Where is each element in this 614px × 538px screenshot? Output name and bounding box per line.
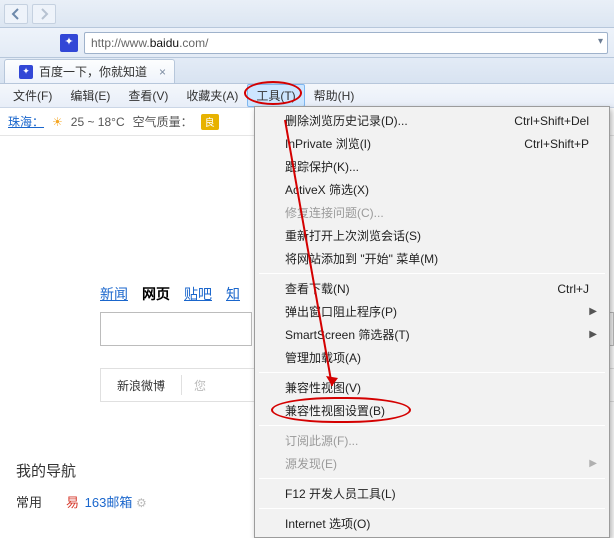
label: SmartScreen 筛选器(T) bbox=[285, 326, 410, 343]
label: 查看下载(N) bbox=[285, 280, 350, 297]
menu-reopen-session[interactable]: 重新打开上次浏览会话(S) bbox=[257, 224, 607, 247]
weather-icon: ☀ bbox=[52, 115, 63, 129]
gear-icon[interactable]: ⚙ bbox=[136, 496, 147, 510]
label: Internet 选项(O) bbox=[285, 515, 370, 532]
url-prefix: http://www. bbox=[91, 36, 150, 50]
menu-view[interactable]: 查看(V) bbox=[119, 84, 177, 107]
air-quality-badge: 良 bbox=[201, 114, 219, 130]
label: 管理加载项(A) bbox=[285, 349, 361, 366]
menu-fix-connection: 修复连接问题(C)... bbox=[257, 201, 607, 224]
menu-tools-label: 工具(T) bbox=[256, 89, 295, 103]
menu-feed-discovery: 源发现(E) ▶ bbox=[257, 452, 607, 475]
label: 兼容性视图(V) bbox=[285, 379, 361, 396]
my-nav-row: 常用 易 163邮箱 ⚙ bbox=[16, 492, 147, 511]
my-nav-heading: 我的导航 bbox=[16, 460, 76, 481]
menu-bar: 文件(F) 编辑(E) 查看(V) 收藏夹(A) 工具(T) 帮助(H) bbox=[0, 84, 614, 108]
menu-file[interactable]: 文件(F) bbox=[4, 84, 61, 107]
window-titlebar bbox=[0, 0, 614, 28]
separator bbox=[259, 372, 605, 373]
air-quality-label: 空气质量： bbox=[133, 113, 193, 130]
label: 修复连接问题(C)... bbox=[285, 204, 384, 221]
site-favicon: ✦ bbox=[60, 34, 78, 52]
chevron-right-icon: ▶ bbox=[589, 458, 597, 469]
back-button[interactable] bbox=[4, 4, 28, 24]
nav-163mail[interactable]: 易 163邮箱 ⚙ bbox=[66, 492, 147, 511]
label: F12 开发人员工具(L) bbox=[285, 485, 396, 502]
shortcut: Ctrl+J bbox=[557, 282, 589, 296]
forward-button[interactable] bbox=[32, 4, 56, 24]
menu-f12-devtools[interactable]: F12 开发人员工具(L) bbox=[257, 482, 607, 505]
url-dropdown-icon[interactable]: ▾ bbox=[598, 36, 603, 47]
menu-compat-view-settings[interactable]: 兼容性视图设置(B) bbox=[257, 399, 607, 422]
menu-edit[interactable]: 编辑(E) bbox=[61, 84, 119, 107]
menu-smartscreen[interactable]: SmartScreen 筛选器(T) ▶ bbox=[257, 323, 607, 346]
subbar-weibo[interactable]: 新浪微博 bbox=[101, 377, 181, 394]
url-suffix: .com/ bbox=[179, 36, 208, 50]
menu-compat-view[interactable]: 兼容性视图(V) bbox=[257, 376, 607, 399]
label: 兼容性视图设置(B) bbox=[285, 402, 385, 419]
label: 将网站添加到 "开始" 菜单(M) bbox=[285, 250, 438, 267]
separator bbox=[259, 478, 605, 479]
menu-internet-options[interactable]: Internet 选项(O) bbox=[257, 512, 607, 535]
separator bbox=[259, 508, 605, 509]
browser-tab[interactable]: ✦ 百度一下，你就知道 × bbox=[4, 59, 175, 83]
tools-dropdown: 删除浏览历史记录(D)... Ctrl+Shift+Del InPrivate … bbox=[254, 106, 610, 538]
shortcut: Ctrl+Shift+Del bbox=[514, 114, 589, 128]
menu-tracking-protection[interactable]: 跟踪保护(K)... bbox=[257, 155, 607, 178]
search-input[interactable] bbox=[100, 312, 252, 346]
menu-tools[interactable]: 工具(T) bbox=[247, 84, 304, 107]
nav-tieba[interactable]: 贴吧 bbox=[184, 284, 212, 304]
label: ActiveX 筛选(X) bbox=[285, 181, 369, 198]
menu-view-downloads[interactable]: 查看下载(N) Ctrl+J bbox=[257, 277, 607, 300]
menu-inprivate[interactable]: InPrivate 浏览(I) Ctrl+Shift+P bbox=[257, 132, 607, 155]
menu-subscribe-feed: 订阅此源(F)... bbox=[257, 429, 607, 452]
menu-delete-history[interactable]: 删除浏览历史记录(D)... Ctrl+Shift+Del bbox=[257, 109, 607, 132]
label: 源发现(E) bbox=[285, 455, 337, 472]
label: 订阅此源(F)... bbox=[285, 432, 358, 449]
paw-icon: ✦ bbox=[64, 37, 73, 48]
mail-icon: 易 bbox=[66, 495, 79, 510]
nav-news[interactable]: 新闻 bbox=[100, 284, 128, 304]
separator bbox=[259, 425, 605, 426]
mail-link-label: 163邮箱 bbox=[85, 495, 133, 510]
tab-favicon: ✦ bbox=[19, 65, 33, 79]
tab-bar: ✦ 百度一下，你就知道 × bbox=[0, 58, 614, 84]
subbar-hint: 您 bbox=[182, 377, 218, 394]
menu-help[interactable]: 帮助(H) bbox=[305, 84, 364, 107]
paw-icon: ✦ bbox=[22, 67, 30, 76]
menu-favorites[interactable]: 收藏夹(A) bbox=[177, 84, 247, 107]
menu-activex-filter[interactable]: ActiveX 筛选(X) bbox=[257, 178, 607, 201]
nav-common[interactable]: 常用 bbox=[16, 492, 42, 511]
tab-close-icon[interactable]: × bbox=[159, 65, 166, 79]
city-link[interactable]: 珠海： bbox=[8, 113, 44, 130]
label: 删除浏览历史记录(D)... bbox=[285, 112, 408, 129]
chevron-right-icon: ▶ bbox=[589, 306, 597, 317]
label: InPrivate 浏览(I) bbox=[285, 135, 371, 152]
label: 重新打开上次浏览会话(S) bbox=[285, 227, 421, 244]
chevron-right-icon: ▶ bbox=[589, 329, 597, 340]
shortcut: Ctrl+Shift+P bbox=[524, 137, 589, 151]
menu-manage-addons[interactable]: 管理加载项(A) bbox=[257, 346, 607, 369]
search-wrap bbox=[100, 312, 252, 346]
tab-title: 百度一下，你就知道 bbox=[39, 63, 147, 80]
menu-popup-blocker[interactable]: 弹出窗口阻止程序(P) ▶ bbox=[257, 300, 607, 323]
menu-add-to-start[interactable]: 将网站添加到 "开始" 菜单(M) bbox=[257, 247, 607, 270]
label: 跟踪保护(K)... bbox=[285, 158, 359, 175]
nav-web[interactable]: 网页 bbox=[142, 284, 170, 304]
nav-zhidao[interactable]: 知 bbox=[226, 284, 240, 304]
address-bar-row: ✦ http://www.baidu.com/ ▾ bbox=[0, 28, 614, 58]
address-bar[interactable]: http://www.baidu.com/ ▾ bbox=[84, 32, 608, 54]
separator bbox=[259, 273, 605, 274]
temperature: 25 ~ 18°C bbox=[71, 115, 125, 129]
url-host: baidu bbox=[150, 36, 179, 50]
label: 弹出窗口阻止程序(P) bbox=[285, 303, 397, 320]
baidu-nav-tabs: 新闻 网页 贴吧 知 bbox=[100, 284, 240, 304]
